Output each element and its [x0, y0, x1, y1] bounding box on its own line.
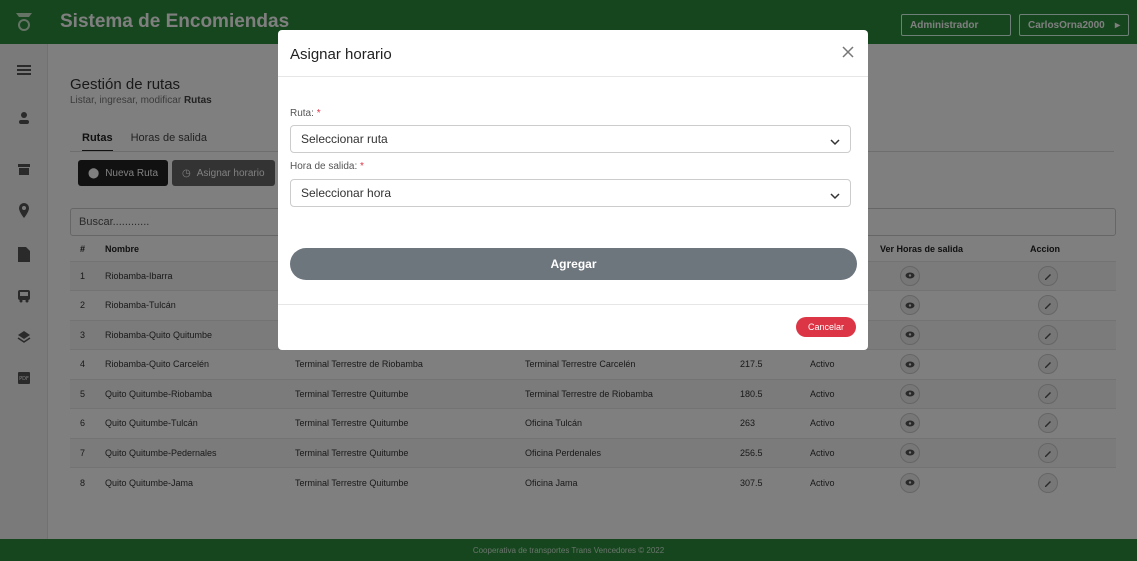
modal-footer-divider: [278, 304, 868, 305]
assign-schedule-modal: Asignar horario Ruta: * Seleccionar ruta…: [278, 30, 868, 350]
required-mark: *: [360, 161, 364, 172]
chevron-down-icon: [830, 135, 840, 149]
modal-header-divider: [278, 76, 868, 77]
time-label-text: Hora de salida:: [290, 161, 358, 172]
time-label: Hora de salida: *: [290, 161, 364, 172]
chevron-down-icon: [830, 189, 840, 203]
route-label: Ruta: *: [290, 108, 321, 119]
cancel-button[interactable]: Cancelar: [796, 317, 856, 337]
route-select[interactable]: Seleccionar ruta: [290, 125, 851, 153]
route-select-value: Seleccionar ruta: [301, 132, 388, 146]
time-select-value: Seleccionar hora: [301, 186, 392, 200]
time-select[interactable]: Seleccionar hora: [290, 179, 851, 207]
required-mark: *: [316, 108, 321, 119]
add-button[interactable]: Agregar: [290, 248, 857, 280]
route-label-text: Ruta:: [290, 108, 314, 119]
close-icon[interactable]: [840, 44, 856, 60]
modal-title: Asignar horario: [290, 46, 392, 63]
